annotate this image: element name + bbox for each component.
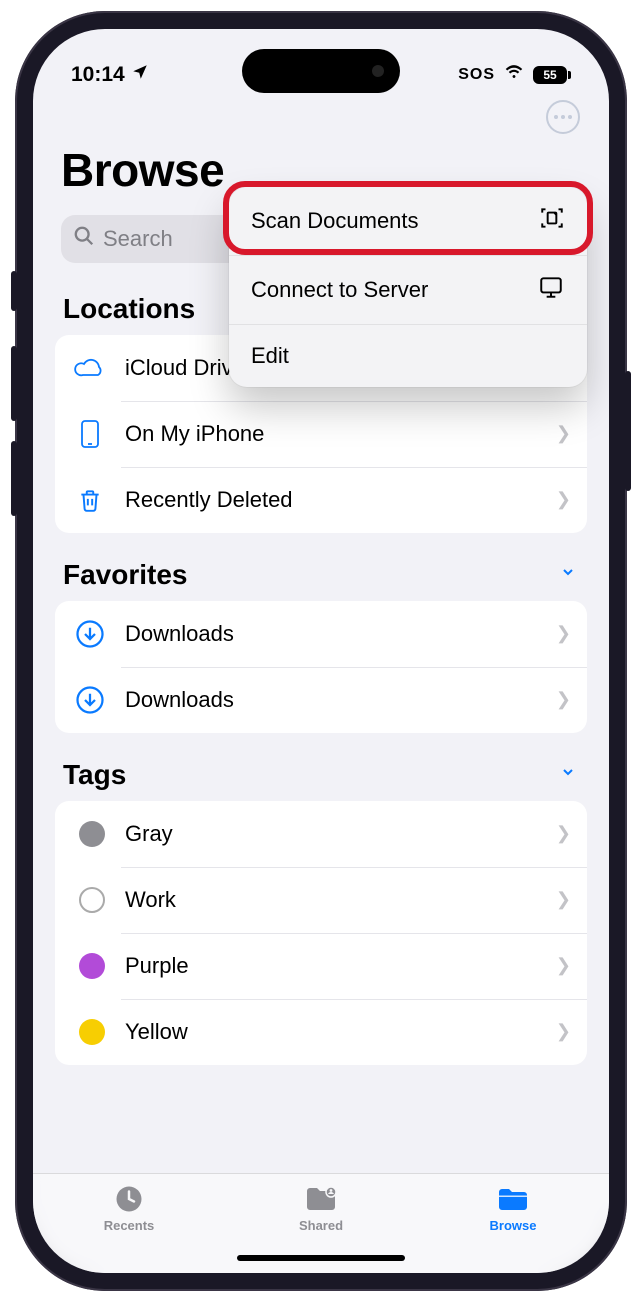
- menu-item-label: Scan Documents: [251, 208, 419, 234]
- tab-shared[interactable]: Shared: [261, 1184, 381, 1233]
- wifi-icon: [503, 63, 525, 87]
- favorite-downloads[interactable]: Downloads ❯: [55, 667, 587, 733]
- chevron-right-icon: ❯: [556, 823, 571, 844]
- menu-item-edit[interactable]: Edit: [229, 325, 587, 387]
- tag-color-dot: [79, 821, 105, 847]
- tag-yellow[interactable]: Yellow ❯: [55, 999, 587, 1065]
- location-arrow-icon: [131, 63, 149, 87]
- tag-work[interactable]: Work ❯: [55, 867, 587, 933]
- menu-item-label: Edit: [251, 343, 289, 369]
- chevron-right-icon: ❯: [556, 489, 571, 510]
- chevron-right-icon: ❯: [556, 955, 571, 976]
- location-on-my-iphone[interactable]: On My iPhone ❯: [55, 401, 587, 467]
- tag-color-dot: [79, 887, 105, 913]
- favorite-downloads[interactable]: Downloads ❯: [55, 601, 587, 667]
- section-tags: Tags Gray ❯ Work ❯: [33, 759, 609, 1065]
- search-placeholder: Search: [103, 226, 173, 252]
- section-favorites: Favorites Downloads ❯: [33, 559, 609, 733]
- list-item-label: Downloads: [125, 687, 538, 713]
- display-icon: [537, 274, 565, 306]
- list-item-label: On My iPhone: [125, 421, 538, 447]
- cloud-icon: [73, 351, 107, 385]
- dynamic-island: [242, 49, 400, 93]
- chevron-right-icon: ❯: [556, 623, 571, 644]
- chevron-right-icon: ❯: [556, 689, 571, 710]
- tag-color-dot: [79, 953, 105, 979]
- section-title[interactable]: Locations: [63, 293, 195, 325]
- menu-item-scan-documents[interactable]: Scan Documents: [229, 187, 587, 256]
- folder-person-icon: [304, 1184, 338, 1214]
- list-item-label: Gray: [125, 821, 538, 847]
- clock-icon: [112, 1184, 146, 1214]
- tab-label: Shared: [299, 1218, 343, 1233]
- location-recently-deleted[interactable]: Recently Deleted ❯: [55, 467, 587, 533]
- list-item-label: Downloads: [125, 621, 538, 647]
- menu-item-connect-server[interactable]: Connect to Server: [229, 256, 587, 325]
- list-item-label: Yellow: [125, 1019, 538, 1045]
- tag-color-dot: [79, 1019, 105, 1045]
- section-title[interactable]: Favorites: [63, 559, 188, 591]
- chevron-down-icon[interactable]: [557, 764, 579, 785]
- chevron-right-icon: ❯: [556, 423, 571, 444]
- tab-label: Recents: [104, 1218, 155, 1233]
- clock: 10:14: [71, 63, 125, 87]
- section-title[interactable]: Tags: [63, 759, 126, 791]
- tab-recents[interactable]: Recents: [69, 1184, 189, 1233]
- scan-document-icon: [539, 205, 565, 237]
- chevron-right-icon: ❯: [556, 1021, 571, 1042]
- tag-gray[interactable]: Gray ❯: [55, 801, 587, 867]
- trash-icon: [73, 483, 107, 517]
- download-circle-icon: [73, 617, 107, 651]
- tab-browse[interactable]: Browse: [453, 1184, 573, 1233]
- home-indicator[interactable]: [237, 1255, 405, 1261]
- list-item-label: Purple: [125, 953, 538, 979]
- tab-label: Browse: [490, 1218, 537, 1233]
- more-options-button[interactable]: [543, 97, 583, 137]
- list-item-label: Recently Deleted: [125, 487, 538, 513]
- search-icon: [73, 225, 95, 253]
- download-circle-icon: [73, 683, 107, 717]
- menu-item-label: Connect to Server: [251, 277, 428, 303]
- iphone-icon: [73, 417, 107, 451]
- battery-indicator: 55: [533, 66, 571, 84]
- sos-indicator: SOS: [458, 66, 495, 84]
- folder-icon: [496, 1184, 530, 1214]
- tag-purple[interactable]: Purple ❯: [55, 933, 587, 999]
- list-item-label: Work: [125, 887, 538, 913]
- chevron-down-icon[interactable]: [557, 564, 579, 585]
- actions-popover: Scan Documents Connect to Server Edit: [229, 187, 587, 387]
- chevron-right-icon: ❯: [556, 889, 571, 910]
